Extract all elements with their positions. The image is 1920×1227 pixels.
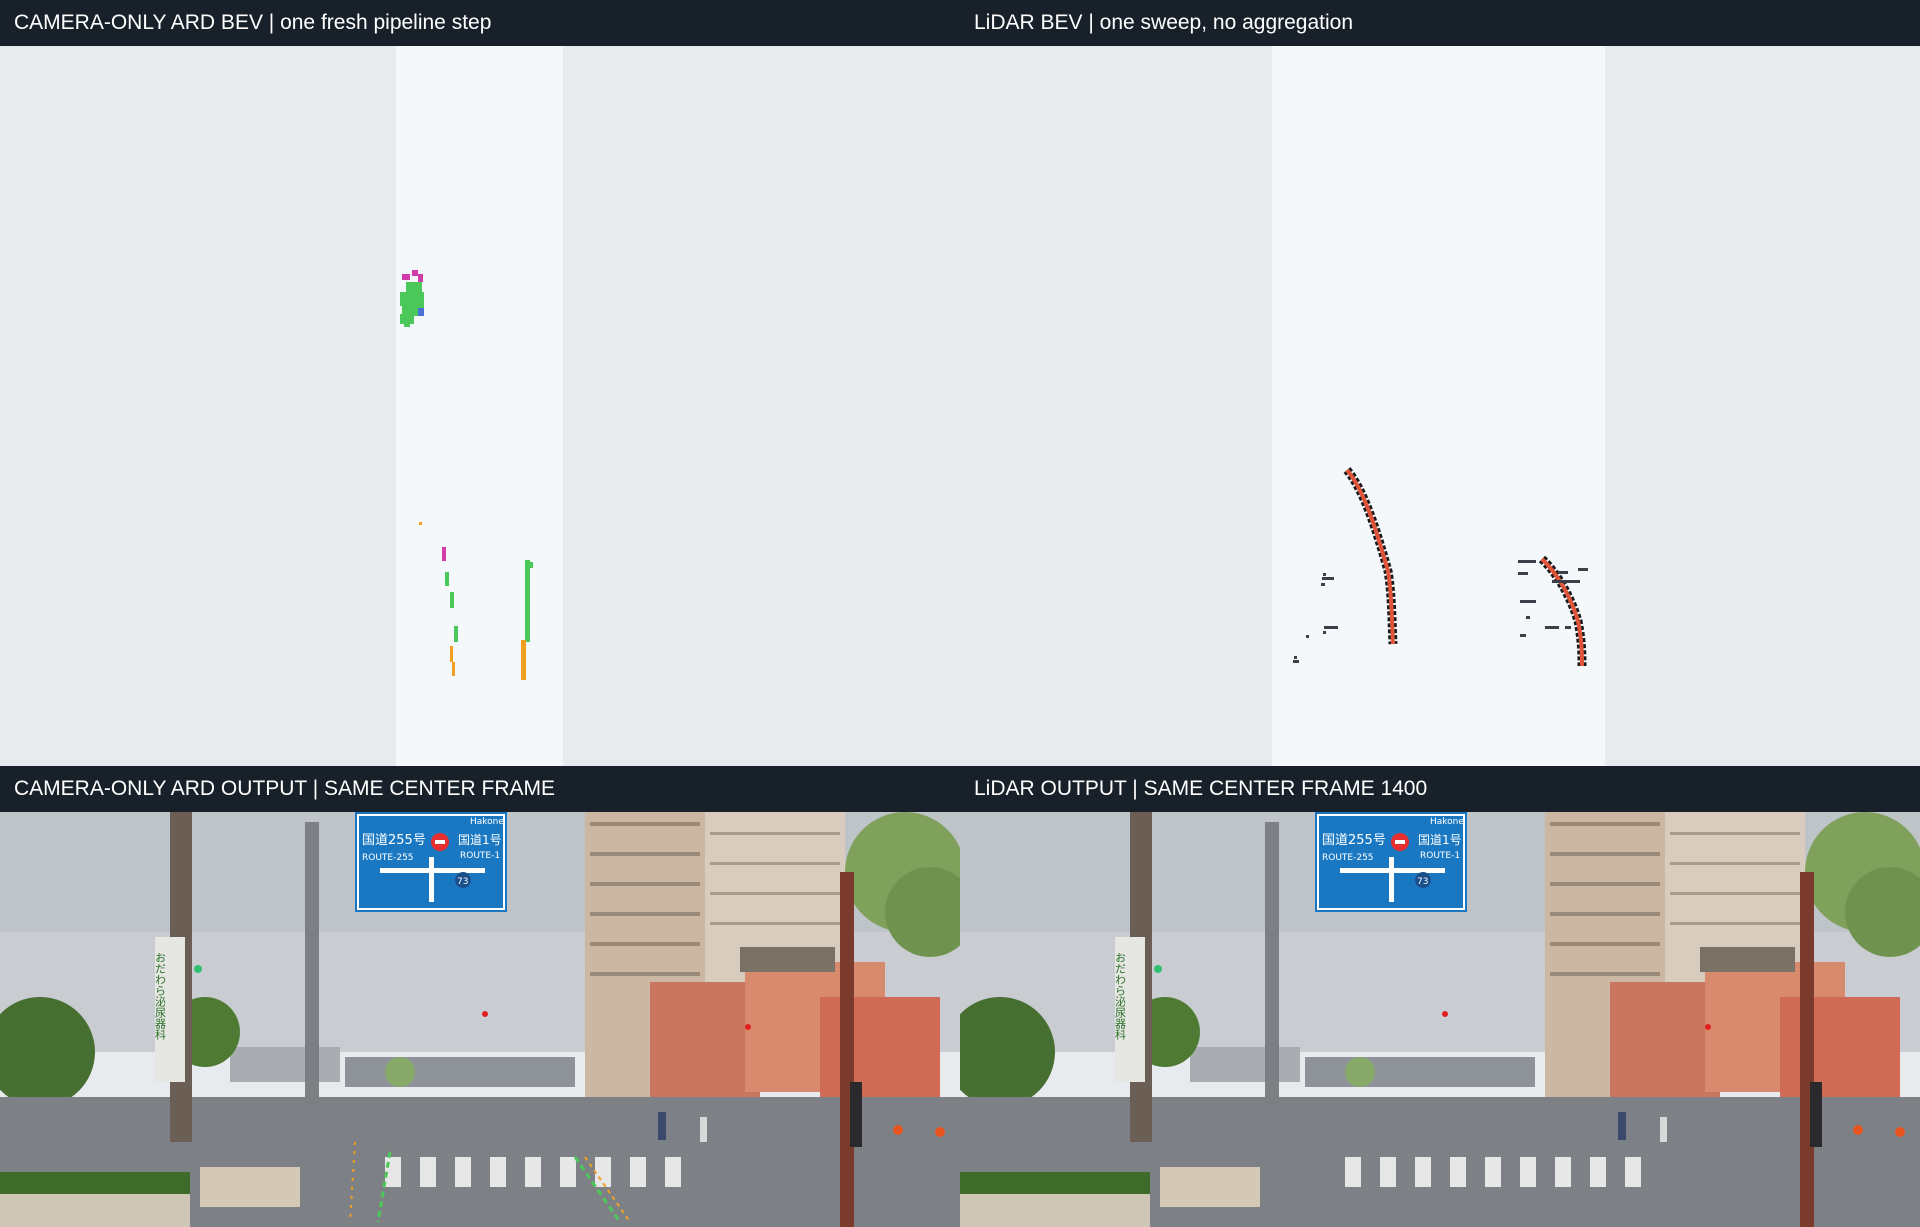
svg-text:おだわら泌尿器科: おだわら泌尿器科	[1114, 952, 1127, 1040]
route-sign: 国道255号 ROUTE-255 国道1号 ROUTE-1 Hakone 73	[1315, 812, 1467, 912]
camera-bev-canvas	[0, 46, 960, 766]
lidar-curb-right	[1538, 555, 1587, 667]
svg-text:国道255号: 国道255号	[1322, 833, 1386, 848]
sign-pole	[305, 822, 319, 1142]
svg-text:おだわら泌尿器科: おだわら泌尿器科	[154, 952, 167, 1040]
lidar-output-frame: 国道255号 ROUTE-255 国道1号 ROUTE-1 Hakone 73 …	[960, 812, 1920, 1227]
svg-text:国道1号: 国道1号	[458, 833, 502, 847]
svg-text:国道255号: 国道255号	[362, 833, 426, 848]
svg-text:73: 73	[1417, 877, 1428, 887]
lidar-output-panel: LiDAR OUTPUT | SAME CENTER FRAME 1400 国道…	[960, 766, 1920, 1227]
street-scene-lidar: 国道255号 ROUTE-255 国道1号 ROUTE-1 Hakone 73 …	[960, 812, 1920, 1227]
lidar-bev-title: LiDAR BEV | one sweep, no aggregation	[960, 0, 1920, 46]
camera-bev-detections	[400, 270, 533, 680]
route-sign: 国道255号 ROUTE-255 国道1号 ROUTE-1 Hakone 73	[355, 812, 507, 912]
lidar-bev-panel: LiDAR BEV | one sweep, no aggregation	[960, 0, 1920, 766]
svg-text:ROUTE-255: ROUTE-255	[362, 853, 414, 863]
svg-text:国道1号: 国道1号	[1418, 833, 1462, 847]
detected-object-cluster	[400, 270, 424, 327]
lane-marking-right	[521, 560, 533, 680]
svg-text:Hakone: Hakone	[470, 817, 504, 827]
lidar-curb-left	[1343, 467, 1398, 645]
crosswalk	[385, 1157, 681, 1187]
street-scene-camera: 国道255号 ROUTE-255 国道1号 ROUTE-1 Hakone 73 …	[0, 812, 960, 1227]
lidar-bev-points	[1293, 467, 1588, 667]
lidar-bev-canvas	[960, 46, 1920, 766]
detected-point	[419, 522, 422, 525]
svg-text:Hakone: Hakone	[1430, 817, 1464, 827]
camera-bev-panel: CAMERA-ONLY ARD BEV | one fresh pipeline…	[0, 0, 960, 766]
lane-marking-left	[442, 547, 458, 676]
crosswalk	[1345, 1157, 1641, 1187]
lidar-output-title: LiDAR OUTPUT | SAME CENTER FRAME 1400	[960, 766, 1920, 812]
camera-output-frame: 国道255号 ROUTE-255 国道1号 ROUTE-1 Hakone 73 …	[0, 812, 960, 1227]
camera-output-panel: CAMERA-ONLY ARD OUTPUT | SAME CENTER FRA…	[0, 766, 960, 1227]
svg-text:ROUTE-1: ROUTE-1	[460, 851, 500, 861]
svg-text:ROUTE-1: ROUTE-1	[1420, 851, 1460, 861]
svg-text:ROUTE-255: ROUTE-255	[1322, 853, 1374, 863]
svg-text:73: 73	[457, 877, 468, 887]
camera-output-title: CAMERA-ONLY ARD OUTPUT | SAME CENTER FRA…	[0, 766, 960, 812]
camera-bev-title: CAMERA-ONLY ARD BEV | one fresh pipeline…	[0, 0, 960, 46]
lidar-scattered-points	[1293, 560, 1588, 663]
sign-pole	[1265, 822, 1279, 1142]
